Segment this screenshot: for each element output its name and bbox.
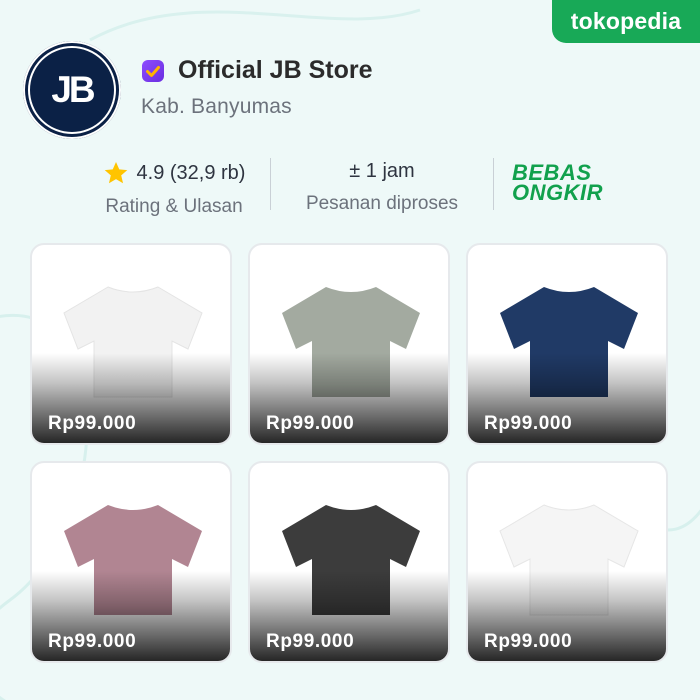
processing-label: Pesanan diproses bbox=[305, 193, 459, 214]
product-price: Rp99.000 bbox=[484, 631, 573, 652]
store-logo[interactable]: JB bbox=[23, 41, 121, 139]
product-price: Rp99.000 bbox=[484, 413, 573, 434]
tokopedia-logo: tokopedia bbox=[552, 0, 700, 43]
product-price: Rp99.000 bbox=[266, 631, 355, 652]
product-card[interactable]: Rp99.000 bbox=[466, 243, 668, 445]
product-price: Rp99.000 bbox=[48, 631, 137, 652]
product-price: Rp99.000 bbox=[266, 413, 355, 434]
store-name[interactable]: Official JB Store bbox=[178, 56, 373, 85]
rating-label: Rating & Ulasan bbox=[105, 196, 243, 217]
rating-value: 4.9 (32,9 rb) bbox=[136, 161, 246, 184]
rating-value-row: 4.9 (32,9 rb) bbox=[88, 160, 260, 186]
stat-divider bbox=[270, 158, 271, 210]
product-price: Rp99.000 bbox=[48, 413, 137, 434]
processing-value: ± 1 jam bbox=[349, 160, 415, 182]
product-grid: Rp99.000 Rp99.000 Rp99.000 Rp99.000 Rp99… bbox=[30, 243, 670, 668]
rating-stat[interactable]: 4.9 (32,9 rb) Rating & Ulasan bbox=[88, 160, 260, 218]
product-card[interactable]: Rp99.000 bbox=[466, 461, 668, 663]
official-store-badge-icon bbox=[142, 59, 164, 82]
store-logo-text: JB bbox=[51, 69, 95, 110]
star-icon bbox=[104, 161, 127, 184]
product-card[interactable]: Rp99.000 bbox=[30, 243, 232, 445]
stat-divider bbox=[493, 158, 494, 210]
product-card[interactable]: Rp99.000 bbox=[248, 461, 450, 663]
product-card[interactable]: Rp99.000 bbox=[30, 461, 232, 663]
free-shipping-line2: ONGKIR bbox=[512, 180, 603, 205]
processing-stat: ± 1 jam Pesanan diproses bbox=[292, 160, 472, 215]
store-name-row[interactable]: Official JB Store bbox=[141, 56, 373, 85]
product-card[interactable]: Rp99.000 bbox=[248, 243, 450, 445]
free-shipping-badge: BEBAS ONGKIR bbox=[512, 162, 603, 205]
store-location: Kab. Banyumas bbox=[141, 95, 292, 118]
